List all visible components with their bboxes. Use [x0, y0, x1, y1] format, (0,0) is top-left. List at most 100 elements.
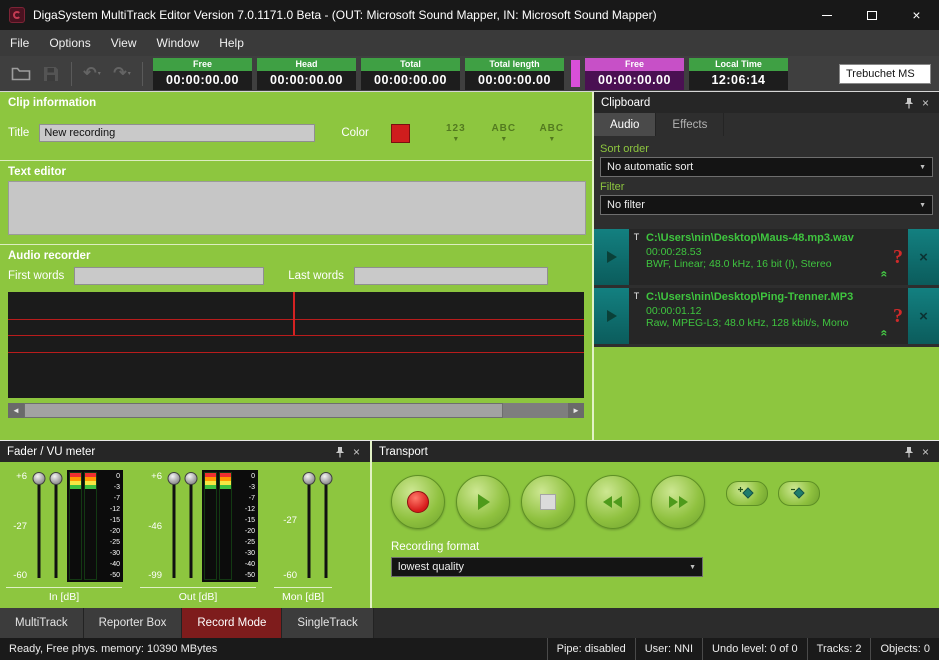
menu-item-help[interactable]: Help — [209, 30, 254, 56]
last-words-input[interactable] — [354, 267, 548, 285]
menu-item-window[interactable]: Window — [147, 30, 210, 56]
menu-bar: File Options View Window Help — [0, 30, 939, 56]
question-status-icon: ? — [888, 229, 908, 285]
fader-knob[interactable] — [32, 472, 45, 485]
menu-item-file[interactable]: File — [0, 30, 39, 56]
time-display-total-length: Total length 00:00:00.00 — [465, 58, 564, 90]
chevron-down-icon: ▼ — [500, 136, 507, 143]
fader-slider[interactable] — [317, 470, 334, 582]
pin-button[interactable] — [900, 443, 917, 460]
section-title: Clip information — [0, 92, 592, 112]
fader-scale: +6 -27 -60 — [6, 470, 30, 582]
play-entry-button[interactable] — [594, 288, 629, 344]
scrollbar-thumb[interactable] — [24, 403, 503, 418]
play-button[interactable] — [456, 475, 510, 529]
scroll-right-button[interactable]: ► — [568, 403, 584, 418]
rewind-button[interactable] — [586, 475, 640, 529]
entry-details[interactable]: C:\Users\nin\Desktop\Ping-Trenner.MP3 00… — [644, 288, 888, 344]
mode-tab-bar: MultiTrack Reporter Box Record Mode Sing… — [0, 608, 939, 638]
minimize-button[interactable] — [804, 0, 849, 30]
section-title: Audio recorder — [0, 245, 592, 265]
fader-slider[interactable] — [182, 470, 199, 582]
abc-grid-stamp-button[interactable]: ABC ▼ — [480, 115, 528, 151]
status-pipe: Pipe: disabled — [547, 638, 635, 660]
waveform-display[interactable] — [8, 292, 584, 398]
pin-button[interactable] — [900, 94, 917, 111]
playback-cursor[interactable] — [293, 292, 295, 335]
time-display-free: Free 00:00:00.00 — [153, 58, 252, 90]
entry-details[interactable]: C:\Users\nin\Desktop\Maus-48.mp3.wav 00:… — [644, 229, 888, 285]
font-selector[interactable]: Trebuchet MS — [839, 64, 931, 84]
vu-meter: 0 -3 -7 -12 -15 -20 -25 -30 -40 -50 — [202, 470, 258, 582]
text-editor-area[interactable] — [8, 181, 586, 235]
remove-entry-button[interactable]: × — [908, 288, 939, 344]
remove-entry-button[interactable]: × — [908, 229, 939, 285]
record-button[interactable] — [391, 475, 445, 529]
words-row: First words Last words — [0, 265, 592, 292]
forward-button[interactable] — [651, 475, 705, 529]
tab-reporter-box[interactable]: Reporter Box — [84, 608, 183, 638]
marker-add-button[interactable] — [726, 481, 768, 506]
tab-record-mode[interactable]: Record Mode — [182, 608, 282, 638]
color-swatch[interactable] — [391, 124, 410, 143]
undo-button[interactable]: ↶ ▾ — [77, 60, 107, 88]
number-stamp-button[interactable]: 123 ▼ — [432, 115, 480, 151]
filter-select[interactable]: No filter ▼ — [600, 195, 933, 215]
close-panel-button[interactable]: × — [917, 443, 934, 460]
tab-singletrack[interactable]: SingleTrack — [282, 608, 373, 638]
vu-meter-bar — [69, 472, 82, 580]
close-panel-button[interactable]: × — [917, 94, 934, 111]
fader-slider[interactable] — [165, 470, 182, 582]
title-input[interactable] — [39, 124, 315, 142]
menu-item-view[interactable]: View — [101, 30, 147, 56]
last-words-label: Last words — [288, 270, 344, 282]
redo-button[interactable]: ↷ ▾ — [107, 60, 137, 88]
scroll-left-button[interactable]: ◄ — [8, 403, 24, 418]
fader-knob[interactable] — [302, 472, 315, 485]
status-segments: Pipe: disabled User: NNI Undo level: 0 o… — [547, 638, 939, 660]
close-button[interactable]: × — [894, 0, 939, 30]
fader-scale: -27 -60 — [276, 470, 300, 582]
transport-panel-header: Transport × — [372, 441, 939, 462]
clipboard-panel-header: Clipboard × — [594, 92, 939, 113]
marker-button[interactable] — [778, 481, 820, 506]
pin-button[interactable] — [331, 443, 348, 460]
fader-knob[interactable] — [49, 472, 62, 485]
fader-knob[interactable] — [167, 472, 180, 485]
fader-track — [307, 474, 310, 578]
stop-button[interactable] — [521, 475, 575, 529]
recording-format-select[interactable]: lowest quality ▼ — [391, 557, 703, 577]
menu-item-options[interactable]: Options — [39, 30, 100, 56]
fader-knob[interactable] — [319, 472, 332, 485]
waveform-scrollbar[interactable]: ◄ ► — [8, 403, 584, 418]
maximize-button[interactable] — [849, 0, 894, 30]
abc-stamp-button[interactable]: ABC ▼ — [528, 115, 576, 151]
first-words-input[interactable] — [74, 267, 264, 285]
save-icon — [43, 66, 59, 82]
collapse-icon[interactable]: « — [878, 330, 888, 337]
record-icon — [407, 491, 429, 513]
tab-audio[interactable]: Audio — [594, 113, 656, 136]
fader-slider[interactable] — [47, 470, 64, 582]
fader-knob[interactable] — [184, 472, 197, 485]
fader-slider[interactable] — [30, 470, 47, 582]
entry-duration: 00:00:01.12 — [646, 305, 876, 317]
status-user: User: NNI — [635, 638, 702, 660]
collapse-icon[interactable]: « — [878, 271, 888, 278]
tab-multitrack[interactable]: MultiTrack — [0, 608, 84, 638]
open-button[interactable] — [6, 60, 36, 88]
fader-scale: +6 -46 -99 — [141, 470, 165, 582]
save-button[interactable] — [36, 60, 66, 88]
close-panel-button[interactable]: × — [348, 443, 365, 460]
sort-order-select[interactable]: No automatic sort ▼ — [600, 157, 933, 177]
fader-slider[interactable] — [300, 470, 317, 582]
folder-open-icon — [11, 66, 31, 81]
tab-effects[interactable]: Effects — [656, 113, 724, 136]
entry-format: Raw, MPEG-L3; 48.0 kHz, 128 kbit/s, Mono — [646, 317, 876, 329]
waveform-divider — [8, 335, 584, 336]
fader-track — [54, 474, 57, 578]
scrollbar-track[interactable] — [24, 403, 568, 418]
play-entry-button[interactable] — [594, 229, 629, 285]
redo-icon: ↷ — [113, 66, 126, 82]
fader-track — [37, 474, 40, 578]
